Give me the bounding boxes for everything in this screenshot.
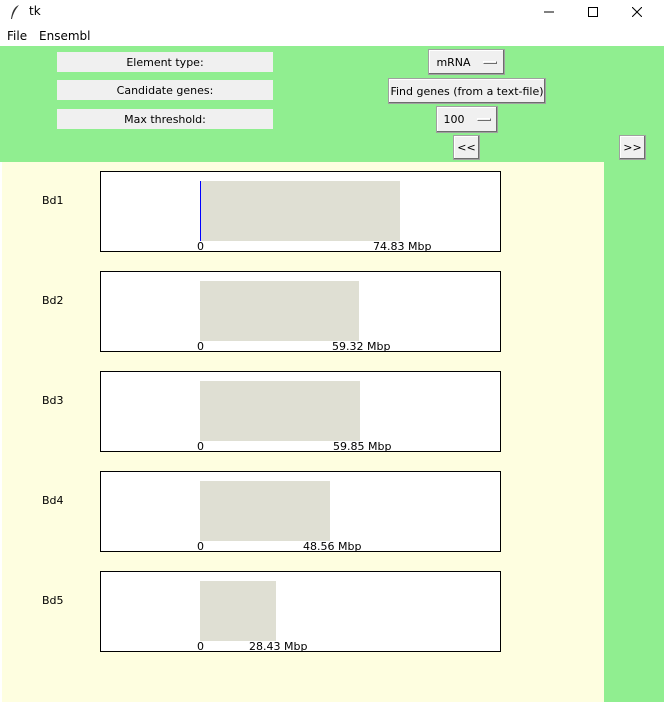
chromosome-panel: 0 28.43 Mbp bbox=[100, 571, 501, 653]
start-tick-label: 0 bbox=[197, 440, 204, 453]
previous-button[interactable]: << bbox=[453, 135, 480, 160]
chromosome-bar bbox=[200, 581, 276, 641]
window-title: tk bbox=[29, 4, 41, 18]
controls-panel: Element type: Candidate genes: Max thres… bbox=[0, 46, 664, 162]
element-type-value: mRNA bbox=[436, 55, 471, 69]
position-marker bbox=[200, 181, 201, 241]
close-button[interactable] bbox=[614, 0, 660, 24]
threshold-value: 100 bbox=[443, 113, 465, 126]
chromosome-panel: 0 59.85 Mbp bbox=[100, 371, 501, 453]
chromosome-bar bbox=[200, 381, 360, 441]
threshold-select[interactable]: 100 bbox=[436, 106, 498, 133]
chromosome-panel: 0 48.56 Mbp bbox=[100, 471, 501, 553]
chromosome-label: Bd5 bbox=[42, 594, 64, 607]
chromosome-label: Bd4 bbox=[42, 494, 64, 507]
minimize-icon bbox=[544, 11, 554, 13]
dropdown-indicator-icon bbox=[482, 60, 497, 64]
maximize-button[interactable] bbox=[570, 0, 616, 24]
max-threshold-label: Max threshold: bbox=[57, 109, 273, 129]
chromosome-bar bbox=[200, 481, 330, 541]
minimize-button[interactable] bbox=[526, 0, 572, 24]
feather-icon bbox=[11, 5, 19, 19]
element-type-select[interactable]: mRNA bbox=[428, 49, 505, 75]
chromosome-bar bbox=[200, 181, 400, 241]
right-strip bbox=[604, 162, 664, 702]
menu-ensembl[interactable]: Ensembl bbox=[39, 29, 90, 43]
start-tick-label: 0 bbox=[197, 240, 204, 253]
chromosome-panel: 0 74.83 Mbp bbox=[100, 171, 501, 253]
chromosome-label: Bd3 bbox=[42, 394, 64, 407]
end-tick-label: 74.83 Mbp bbox=[373, 240, 432, 253]
end-tick-label: 59.85 Mbp bbox=[333, 440, 392, 453]
menu-file[interactable]: File bbox=[7, 29, 27, 43]
candidate-genes-label: Candidate genes: bbox=[57, 80, 273, 100]
start-tick-label: 0 bbox=[197, 540, 204, 553]
maximize-icon bbox=[588, 7, 598, 17]
end-tick-label: 48.56 Mbp bbox=[303, 540, 362, 553]
title-bar: tk bbox=[0, 0, 664, 24]
start-tick-label: 0 bbox=[197, 340, 204, 353]
element-type-label: Element type: bbox=[57, 52, 273, 72]
chromosome-bar bbox=[200, 281, 359, 341]
dropdown-indicator-icon bbox=[476, 118, 491, 121]
close-icon bbox=[632, 7, 642, 17]
menu-bar: File Ensembl bbox=[0, 27, 664, 45]
find-genes-button[interactable]: Find genes (from a text-file) bbox=[388, 78, 546, 104]
chromosome-label: Bd2 bbox=[42, 294, 64, 307]
start-tick-label: 0 bbox=[197, 640, 204, 653]
end-tick-label: 28.43 Mbp bbox=[249, 640, 308, 653]
end-tick-label: 59.32 Mbp bbox=[332, 340, 391, 353]
chromosome-canvas: Bd1 Bd2 Bd3 Bd4 Bd5 0 74.83 Mbp 0 59.32 … bbox=[2, 162, 604, 702]
chromosome-label: Bd1 bbox=[42, 194, 64, 207]
next-button[interactable]: >> bbox=[619, 135, 646, 160]
chromosome-panel: 0 59.32 Mbp bbox=[100, 271, 501, 353]
